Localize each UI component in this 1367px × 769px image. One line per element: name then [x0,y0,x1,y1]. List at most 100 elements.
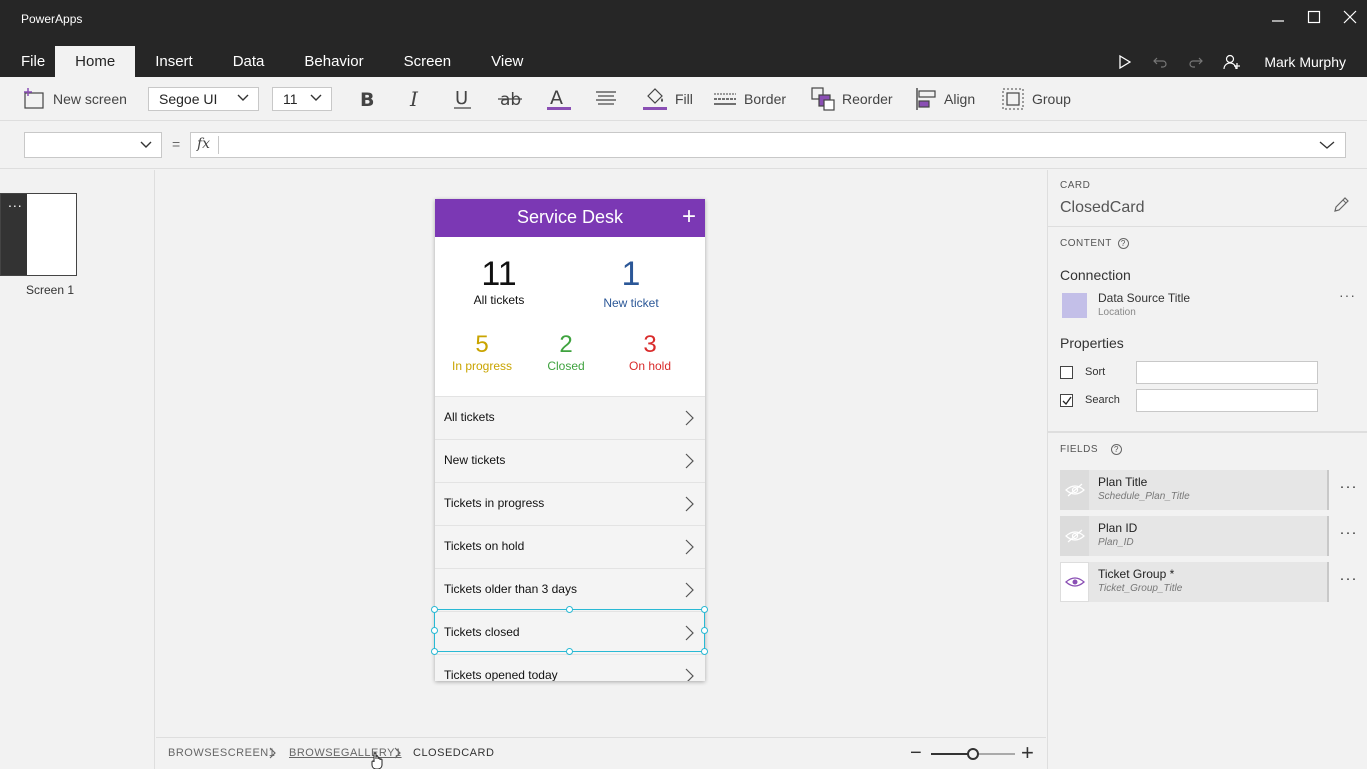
zoom-in-button[interactable]: + [1021,740,1034,766]
font-family-dropdown[interactable]: Segoe UI [148,87,259,111]
group-button[interactable]: Group [1001,77,1071,121]
list-item-selected[interactable]: Tickets closed [435,611,705,654]
field-more-icon[interactable]: ··· [1327,562,1367,602]
field-name: Plan ID [1098,521,1138,535]
breadcrumb-screen[interactable]: BROWSESCREEN1 [168,747,275,759]
field-item[interactable]: Ticket Group * Ticket_Group_Title ··· [1060,562,1367,602]
strikethrough-icon: ab [498,90,522,110]
align-button[interactable]: Align [915,77,975,121]
app-header: Service Desk + [435,199,705,237]
chevron-right-icon [685,453,694,469]
field-visibility-toggle[interactable] [1060,470,1089,510]
chevron-right-icon [269,747,276,759]
list-item[interactable]: All tickets [435,396,705,439]
list-item-label: New tickets [444,453,506,467]
list-item[interactable]: Tickets in progress [435,482,705,525]
field-item[interactable]: Plan ID Plan_ID ··· [1060,516,1367,556]
tab-view[interactable]: View [471,46,543,77]
tab-screen[interactable]: Screen [384,46,472,77]
screen-thumbnail[interactable]: ... [0,193,77,276]
menu-tabs: File Home Insert Data Behavior Screen Vi… [0,46,543,77]
reorder-icon [811,87,835,111]
tab-insert[interactable]: Insert [135,46,213,77]
card-name[interactable]: ClosedCard [1060,199,1144,217]
card-section: CARD ClosedCard [1048,170,1367,227]
help-icon[interactable]: ? [1111,444,1123,455]
user-name[interactable]: Mark Murphy [1250,54,1367,70]
field-more-icon[interactable]: ··· [1327,470,1367,510]
redo-button[interactable] [1178,46,1214,77]
screen-menu-icon[interactable]: ... [8,194,23,210]
app-title: PowerApps [21,12,83,26]
list-item[interactable]: New tickets [435,439,705,482]
strikethrough-button[interactable]: ab [498,77,524,121]
breadcrumb-gallery[interactable]: BROWSEGALLERY1 [289,747,402,759]
list-item-label: Tickets in progress [444,496,545,510]
field-item[interactable]: Plan Title Schedule_Plan_Title ··· [1060,470,1367,510]
text-align-button[interactable] [595,77,617,121]
close-button[interactable] [1338,5,1362,29]
zoom-slider[interactable] [931,748,1015,760]
font-color-icon: A [547,87,571,110]
stat-new-ticket[interactable]: 1 New ticket [593,257,669,310]
add-icon[interactable]: + [682,203,696,231]
help-icon[interactable]: ? [1117,238,1129,249]
content-section: CONTENT? Connection Data Source Title Lo… [1048,227,1367,433]
fill-button[interactable]: Fill [642,77,693,121]
sort-input[interactable] [1136,361,1318,384]
field-visibility-toggle[interactable] [1060,516,1089,556]
tab-data[interactable]: Data [213,46,285,77]
content-caption: CONTENT? [1060,238,1129,249]
italic-button[interactable]: I [406,77,426,121]
list-item[interactable]: Tickets older than 3 days [435,568,705,611]
maximize-icon [1307,10,1321,24]
list-item[interactable]: Tickets on hold [435,525,705,568]
tab-behavior[interactable]: Behavior [284,46,383,77]
tab-file[interactable]: File [0,46,55,77]
preview-button[interactable] [1106,46,1142,77]
app-title-text[interactable]: Service Desk [435,207,705,228]
zoom-slider-thumb[interactable] [967,748,979,760]
data-source-more-icon[interactable]: ··· [1339,287,1356,303]
underline-button[interactable]: U [452,77,474,121]
formula-input[interactable]: fx [190,132,1346,158]
list-item-label: Tickets older than 3 days [444,582,577,596]
field-more-icon[interactable]: ··· [1327,516,1367,556]
stat-in-progress[interactable]: 5 In progress [447,333,517,374]
search-input[interactable] [1136,389,1318,412]
share-user-button[interactable] [1214,46,1250,77]
data-source-title[interactable]: Data Source Title [1098,291,1190,305]
bold-button[interactable]: B [358,77,378,121]
property-dropdown[interactable] [24,132,162,158]
fx-icon: fx [197,136,211,152]
stat-hold-label: On hold [628,359,672,373]
sort-checkbox[interactable] [1060,366,1073,379]
new-screen-button[interactable]: New screen [22,77,127,121]
border-button[interactable]: Border [713,77,786,121]
stat-closed[interactable]: 2 Closed [536,333,596,374]
minimize-button[interactable] [1266,5,1290,29]
stat-new-label: New ticket [603,296,659,310]
align-icon [916,88,936,110]
breadcrumb-card[interactable]: CLOSEDCARD [413,747,494,759]
field-visibility-toggle[interactable] [1060,562,1089,602]
redo-icon [1189,57,1204,68]
tab-home[interactable]: Home [55,46,136,77]
font-size-dropdown[interactable]: 11 [272,87,332,111]
search-checkbox[interactable] [1060,394,1073,407]
chevron-right-icon [685,582,694,598]
stat-all-tickets[interactable]: 11 All tickets [463,257,535,307]
properties-heading: Properties [1060,335,1124,351]
list-item[interactable]: Tickets opened today [435,654,705,681]
font-color-button[interactable]: A [546,77,572,121]
align-text-icon [596,91,616,105]
chevron-right-icon [685,539,694,555]
zoom-out-button[interactable]: − [910,742,922,765]
maximize-button[interactable] [1302,5,1326,29]
reorder-button[interactable]: Reorder [811,77,893,121]
stat-all-value: 11 [481,255,517,293]
stat-on-hold[interactable]: 3 On hold [620,333,680,374]
svg-text:I: I [409,88,419,110]
italic-icon: I [409,88,419,110]
undo-button[interactable] [1142,46,1178,77]
